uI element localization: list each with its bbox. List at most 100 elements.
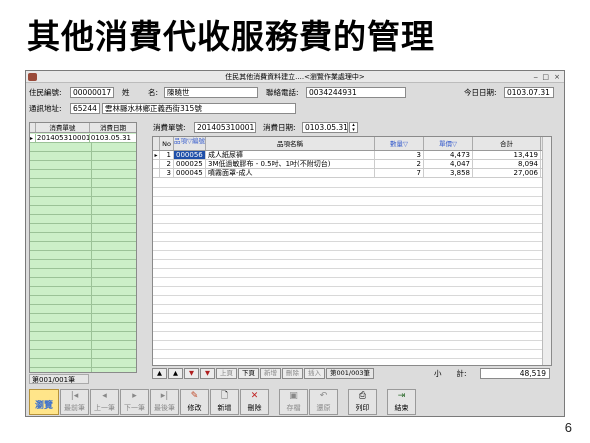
close-button[interactable]: ×	[554, 71, 560, 83]
save-icon: ▣	[289, 391, 298, 401]
nav-add-button[interactable]: 新增	[260, 368, 281, 379]
nav-first-button[interactable]: ▲	[152, 368, 167, 379]
order-date-cell[interactable]: 0103.05.31	[89, 134, 136, 142]
items-grid-header: No 品項▽編號 品項名稱 數量▽ 單價▽ 合計	[153, 137, 551, 151]
order-list-grid: 消費單號 消費日期 ▸ 201405310001 0103.05.31	[29, 122, 137, 373]
prev-record-label: 上一筆	[94, 404, 115, 412]
restore-button[interactable]: ↶ 還原	[309, 389, 338, 415]
item-qty-cell[interactable]: 7	[375, 169, 424, 177]
items-grid-empty-rows	[153, 179, 551, 365]
address-label: 通訊地址:	[29, 104, 62, 113]
column-header-item-name[interactable]: 品項名稱	[206, 137, 375, 150]
resident-id-field[interactable]: 00000017	[70, 87, 114, 98]
minimize-button[interactable]: ‒	[534, 71, 538, 83]
column-header-item-code[interactable]: 品項▽編號	[174, 137, 206, 150]
today-label: 今日日期:	[464, 88, 497, 97]
delete-icon: ✕	[250, 391, 259, 401]
item-total-cell: 13,419	[473, 151, 541, 159]
item-qty-cell[interactable]: 3	[375, 151, 424, 159]
column-header-order-no[interactable]: 消費單號	[36, 123, 90, 132]
phone-field[interactable]: 0034244931	[306, 87, 406, 98]
row-marker	[153, 169, 160, 177]
slide-page-number: 6	[564, 420, 572, 435]
item-price-cell[interactable]: 4,473	[424, 151, 473, 159]
order-no-cell[interactable]: 201405310001	[35, 134, 90, 142]
delete-label: 刪除	[247, 404, 262, 412]
column-header-quantity[interactable]: 數量▽	[375, 137, 424, 150]
order-detail-panel: 消費單號: 201405310001 消費日期: 0103.05.31 ▴ ▾ N…	[150, 122, 562, 382]
next-record-icon: ▸	[132, 391, 137, 401]
app-window: 住民其他消費資料建立....<瀏覽作業處理中> ‒ □ × 住民編號: 0000…	[25, 70, 565, 417]
address-field[interactable]: 雲林縣水林鄉正義西街315號	[102, 103, 296, 114]
browse-button[interactable]: 瀏覽	[29, 389, 59, 415]
item-no-cell: 1	[160, 151, 174, 159]
restore-label: 還原	[316, 404, 331, 412]
window-title: 住民其他消費資料建立....<瀏覽作業處理中>	[225, 73, 365, 81]
item-row[interactable]: 2 000025 3M低過敏膠布 - 0.5吋、1吋(不附切台) 2 4,047…	[153, 160, 551, 169]
today-field[interactable]: 0103.07.31	[504, 87, 554, 98]
item-total-cell: 8,094	[473, 160, 541, 168]
items-marker-header	[153, 137, 160, 150]
column-header-unit-price[interactable]: 單價▽	[424, 137, 473, 150]
items-grid-scrollbar[interactable]	[542, 137, 551, 365]
grid-nav-bar: ▲ ▲ ▼ ▼ 上頁 下頁 新增 刪除 插入 第001/003筆	[152, 368, 375, 379]
item-price-cell[interactable]: 4,047	[424, 160, 473, 168]
nav-page-up-button[interactable]: 上頁	[216, 368, 237, 379]
surname-label: 姓	[122, 88, 130, 97]
nav-last-button[interactable]: ▼	[200, 368, 215, 379]
nav-delete-button[interactable]: 刪除	[282, 368, 303, 379]
exit-icon: ⇥	[397, 391, 406, 401]
item-row[interactable]: 3 000045 噴霧面罩-成人 7 3,858 27,006	[153, 169, 551, 178]
column-header-no[interactable]: No	[160, 137, 174, 150]
order-no-field[interactable]: 201405310001	[194, 122, 256, 133]
prev-record-button[interactable]: ◂ 上一筆	[90, 389, 119, 415]
print-label: 列印	[355, 404, 370, 412]
save-button[interactable]: ▣ 存檔	[279, 389, 308, 415]
first-record-button[interactable]: |◂ 最前筆	[60, 389, 89, 415]
window-titlebar: 住民其他消費資料建立....<瀏覽作業處理中> ‒ □ ×	[26, 71, 564, 83]
next-record-button[interactable]: ▸ 下一筆	[120, 389, 149, 415]
app-icon	[28, 73, 37, 81]
print-button[interactable]: ⎙ 列印	[348, 389, 377, 415]
last-record-button[interactable]: ▸| 最後筆	[150, 389, 179, 415]
last-record-label: 最後筆	[154, 404, 175, 412]
add-icon: 🗋	[220, 391, 229, 401]
date-spinner[interactable]: ▴ ▾	[349, 122, 358, 133]
first-record-label: 最前筆	[64, 404, 85, 412]
nav-page-down-button[interactable]: 下頁	[238, 368, 259, 379]
nav-prev-button[interactable]: ▲	[168, 368, 183, 379]
add-button[interactable]: 🗋 新增	[210, 389, 239, 415]
nav-next-button[interactable]: ▼	[184, 368, 199, 379]
item-name-cell[interactable]: 噴霧面罩-成人	[206, 169, 375, 177]
item-name-cell[interactable]: 成人紙尿褲	[206, 151, 375, 159]
name-field[interactable]: 陳曉世	[164, 87, 258, 98]
postal-code-field[interactable]: 65244	[70, 103, 100, 114]
row-marker	[153, 160, 160, 168]
save-label: 存檔	[286, 404, 301, 412]
item-name-cell[interactable]: 3M低過敏膠布 - 0.5吋、1吋(不附切台)	[206, 160, 375, 168]
nav-insert-button[interactable]: 插入	[304, 368, 325, 379]
subtotal-label: 小 計:	[434, 369, 467, 378]
item-code-cell[interactable]: 000045	[174, 169, 206, 177]
maximize-button[interactable]: □	[542, 71, 549, 83]
order-list-row[interactable]: ▸ 201405310001 0103.05.31	[30, 134, 136, 143]
exit-button[interactable]: ⇥ 結束	[387, 389, 416, 415]
item-price-cell[interactable]: 3,858	[424, 169, 473, 177]
first-record-icon: |◂	[70, 391, 79, 401]
delete-button[interactable]: ✕ 刪除	[240, 389, 269, 415]
item-code-cell[interactable]: 000056	[174, 151, 206, 159]
item-qty-cell[interactable]: 2	[375, 160, 424, 168]
item-code-cell[interactable]: 000025	[174, 160, 206, 168]
item-row[interactable]: ▸ 1 000056 成人紙尿褲 3 4,473 13,419	[153, 151, 551, 160]
last-record-icon: ▸|	[160, 391, 169, 401]
subtotal-field: 48,519	[480, 368, 550, 379]
order-date-field[interactable]: 0103.05.31	[302, 122, 348, 133]
edit-label: 修改	[187, 404, 202, 412]
item-total-cell: 27,006	[473, 169, 541, 177]
column-header-total[interactable]: 合計	[473, 137, 541, 150]
edit-button[interactable]: ✎ 修改	[180, 389, 209, 415]
column-header-order-date[interactable]: 消費日期	[90, 123, 136, 132]
order-list-empty-rows	[30, 134, 136, 372]
